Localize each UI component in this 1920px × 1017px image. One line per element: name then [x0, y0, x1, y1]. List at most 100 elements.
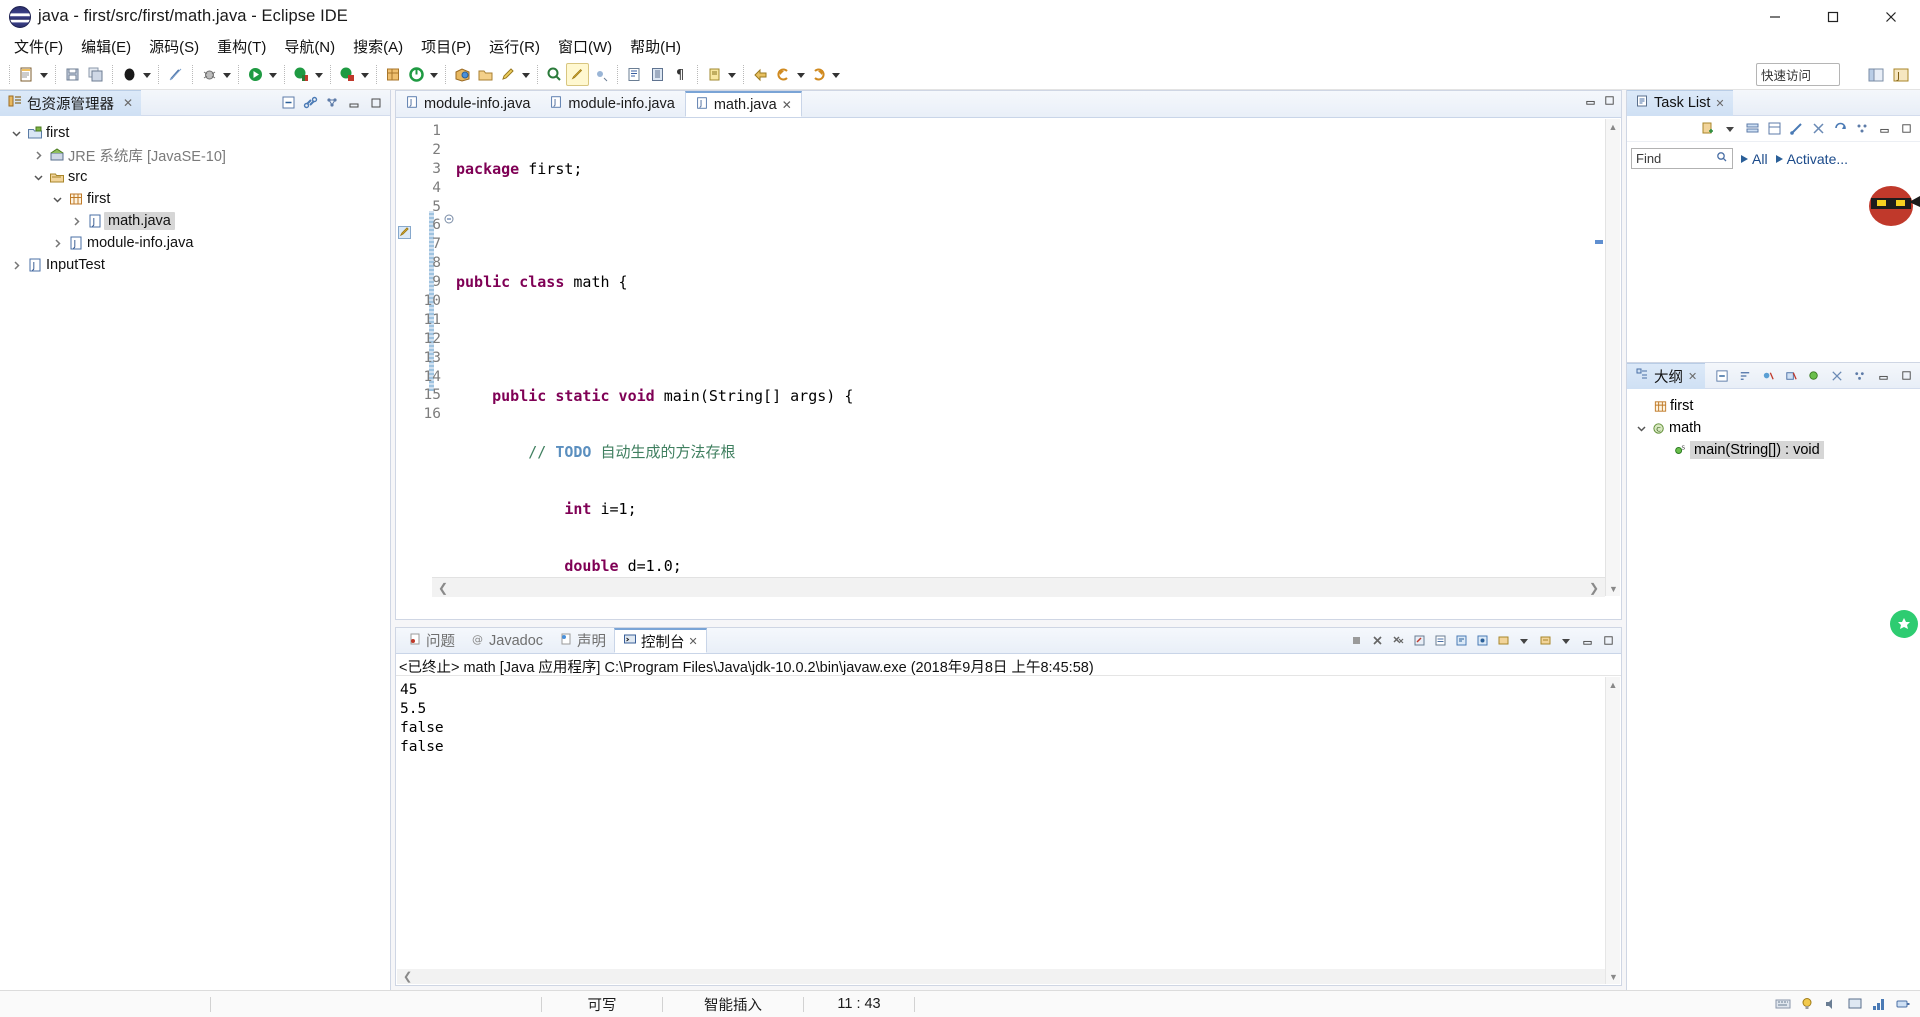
next-annot-icon[interactable] — [589, 63, 612, 86]
twisty-closed-icon[interactable] — [8, 260, 25, 271]
new-task-icon[interactable] — [1698, 119, 1718, 139]
menu-edit[interactable]: 编辑(E) — [72, 33, 140, 60]
twisty-open-icon[interactable] — [1633, 423, 1650, 434]
scroll-right-icon[interactable]: ❯ — [1589, 581, 1599, 595]
terminate-icon[interactable] — [1347, 632, 1365, 650]
editor-tab-module-info-2[interactable]: J module-info.java — [540, 91, 684, 117]
maximize-button[interactable] — [1804, 0, 1862, 33]
console-output[interactable]: 45 5.5 false false — [396, 677, 1605, 969]
focus-icon[interactable] — [1808, 119, 1828, 139]
new-file-icon[interactable] — [15, 63, 38, 86]
coverage-dropdown-arrow-icon[interactable] — [313, 63, 325, 86]
activate-task-button[interactable]: Activate... — [1774, 151, 1848, 167]
menu-help[interactable]: 帮助(H) — [621, 33, 690, 60]
tab-package-explorer[interactable]: 包资源管理器 ✕ — [0, 89, 142, 116]
hide-nonpublic-icon[interactable] — [1804, 366, 1824, 386]
bulb-status-icon[interactable] — [1798, 995, 1816, 1013]
remove-icon[interactable] — [1368, 632, 1386, 650]
scroll-up-icon[interactable]: ▲ — [1606, 677, 1620, 692]
run-dropdown-arrow-icon[interactable] — [267, 63, 279, 86]
minimize-icon[interactable] — [1874, 119, 1894, 139]
print-dropdown-arrow-icon[interactable] — [141, 63, 153, 86]
scroll-down-icon[interactable]: ▼ — [1606, 581, 1621, 596]
scroll-down-icon[interactable]: ▼ — [1606, 969, 1621, 984]
quick-access-input[interactable]: 快速访问 — [1756, 63, 1840, 86]
display-status-icon[interactable] — [1846, 995, 1864, 1013]
bug-icon[interactable] — [198, 63, 221, 86]
twisty-closed-icon[interactable] — [68, 216, 85, 227]
open-folder-icon[interactable] — [474, 63, 497, 86]
forward-dropdown-arrow-icon[interactable] — [830, 63, 842, 86]
menu-project[interactable]: 项目(P) — [412, 33, 480, 60]
scroll-up-icon[interactable]: ▲ — [1606, 119, 1620, 134]
print-icon[interactable] — [118, 63, 141, 86]
schedule-icon[interactable] — [1786, 119, 1806, 139]
console-vertical-scrollbar[interactable]: ▲ ▼ — [1605, 677, 1620, 984]
view-menu-icon[interactable] — [1852, 119, 1872, 139]
menu-source[interactable]: 源码(S) — [140, 33, 208, 60]
close-icon[interactable]: ✕ — [689, 635, 698, 648]
scroll-left-icon[interactable]: ❮ — [403, 970, 412, 983]
menu-search[interactable]: 搜索(A) — [344, 33, 412, 60]
run-green-icon[interactable] — [244, 63, 267, 86]
sound-status-icon[interactable] — [1822, 995, 1840, 1013]
open-task-icon[interactable] — [623, 63, 646, 86]
new-dropdown-arrow-icon[interactable] — [38, 63, 50, 86]
coverage-icon[interactable] — [290, 63, 313, 86]
tab-console[interactable]: 控制台 ✕ — [614, 628, 707, 653]
sort-icon[interactable] — [1735, 366, 1755, 386]
tab-task-list[interactable]: Task List ✕ — [1627, 89, 1733, 116]
word-wrap-icon[interactable] — [1452, 632, 1470, 650]
prev-annot-icon[interactable] — [703, 63, 726, 86]
outline-item-main-method[interactable]: S main(String[]) : void — [1627, 439, 1920, 461]
outline-item-first[interactable]: first — [1627, 395, 1920, 417]
new-java-project-icon[interactable] — [382, 63, 405, 86]
maximize-icon[interactable] — [1599, 632, 1617, 650]
back-dropdown-arrow-icon[interactable] — [795, 63, 807, 86]
pin-icon[interactable] — [1473, 632, 1491, 650]
maximize-icon[interactable] — [366, 93, 386, 113]
last-edit-icon[interactable] — [749, 63, 772, 86]
tree-item-src[interactable]: src — [0, 166, 390, 188]
profile-icon[interactable] — [336, 63, 359, 86]
tab-problems[interactable]: 问题 — [400, 628, 463, 653]
status-notification-badge[interactable] — [1890, 610, 1918, 638]
editor-tab-math-java[interactable]: J math.java ✕ — [684, 91, 802, 117]
scroll-left-icon[interactable]: ❮ — [438, 581, 448, 595]
profile-dropdown-arrow-icon[interactable] — [359, 63, 371, 86]
twisty-open-icon[interactable] — [8, 128, 25, 139]
back-arrow-icon[interactable] — [772, 63, 795, 86]
find-input[interactable]: Find — [1631, 148, 1733, 169]
tree-item-math-java[interactable]: J math.java — [0, 210, 390, 232]
outline-item-math[interactable]: C math — [1627, 417, 1920, 439]
close-icon[interactable]: ✕ — [1688, 370, 1697, 383]
editor-horizontal-scrollbar[interactable]: ❮ ❯ — [432, 577, 1605, 597]
close-icon[interactable]: ✕ — [782, 98, 792, 112]
menu-window[interactable]: 窗口(W) — [549, 33, 621, 60]
package-icon[interactable] — [451, 63, 474, 86]
remove-all-icon[interactable] — [1389, 632, 1407, 650]
tree-item-inputtest-project[interactable]: J InputTest — [0, 254, 390, 276]
twisty-closed-icon[interactable] — [30, 150, 47, 161]
chevron-down-icon[interactable] — [1720, 119, 1740, 139]
chevron-down-icon[interactable] — [1557, 632, 1575, 650]
open-console-icon[interactable] — [1536, 632, 1554, 650]
view-menu-icon[interactable] — [322, 93, 342, 113]
sync-icon[interactable] — [1830, 119, 1850, 139]
network-status-icon[interactable] — [1870, 995, 1888, 1013]
console-horizontal-scrollbar[interactable]: ❮ — [397, 969, 1605, 984]
menu-run[interactable]: 运行(R) — [480, 33, 549, 60]
annotation-dropdown-arrow-icon[interactable] — [520, 63, 532, 86]
debug-dropdown-arrow-icon[interactable] — [221, 63, 233, 86]
pencil-strike-icon[interactable] — [164, 63, 187, 86]
forward-arrow-icon[interactable] — [807, 63, 830, 86]
categorize-icon[interactable] — [1742, 119, 1762, 139]
editor-vertical-scrollbar[interactable]: ▲ ▼ — [1605, 119, 1620, 596]
paragraph-icon[interactable]: ¶ — [669, 63, 692, 86]
keyboard-status-icon[interactable] — [1774, 995, 1792, 1013]
maximize-icon[interactable] — [1896, 366, 1916, 386]
scroll-lock-icon[interactable] — [1431, 632, 1449, 650]
minimize-icon[interactable] — [1584, 94, 1597, 112]
task-icon[interactable] — [566, 63, 589, 86]
hide-static-icon[interactable] — [1781, 366, 1801, 386]
